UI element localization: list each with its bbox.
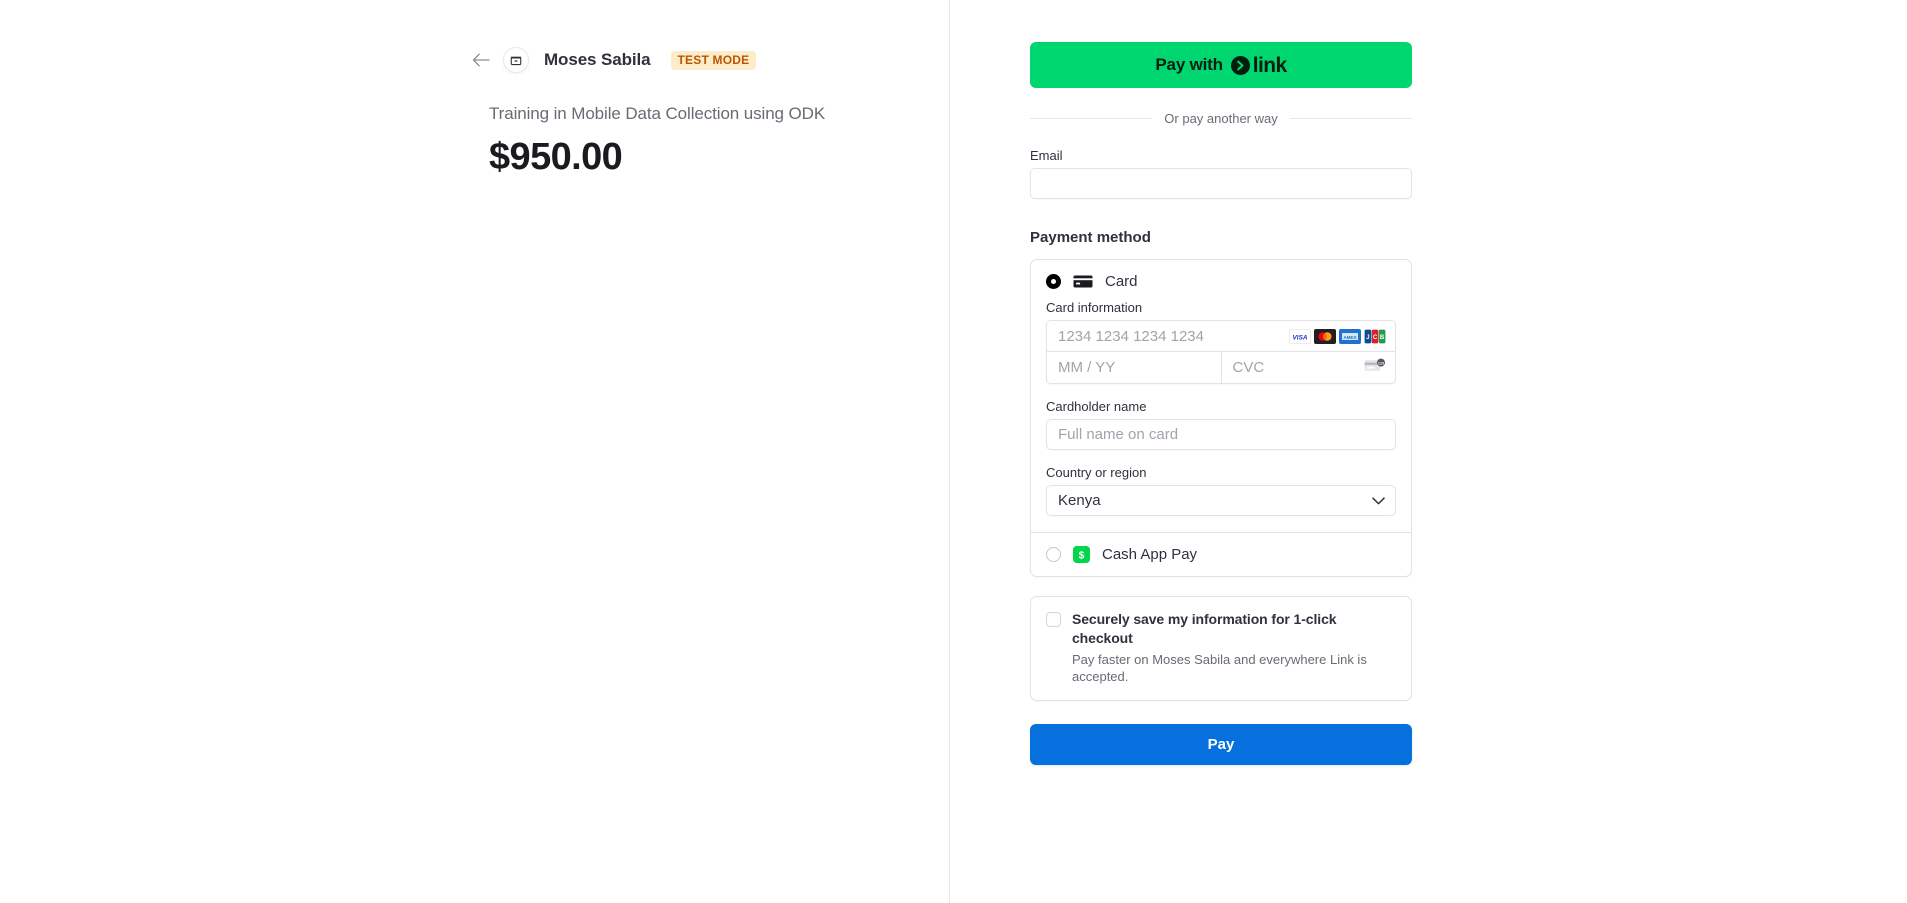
divider-rule-right <box>1289 118 1413 119</box>
email-field-group: Email <box>1030 148 1412 199</box>
test-mode-badge: TEST MODE <box>670 50 757 70</box>
cardholder-field-group: Cardholder name <box>1046 399 1396 450</box>
divider-rule-left <box>1030 118 1153 119</box>
payment-method-title: Payment method <box>1030 229 1151 246</box>
product-name: Training in Mobile Data Collection using… <box>489 104 826 123</box>
payment-method-container: Card Card information VISA <box>1030 259 1412 577</box>
link-chevron-icon <box>1230 55 1250 75</box>
svg-text:AMEX: AMEX <box>1343 334 1357 339</box>
expiry-cvc-row: 123 <box>1047 352 1395 383</box>
save-information-subtitle: Pay faster on Moses Sabila and everywher… <box>1072 652 1367 684</box>
merchant-header: Moses Sabila TEST MODE <box>470 44 757 76</box>
jcb-icon: J C B <box>1364 328 1386 344</box>
back-arrow-icon[interactable] <box>470 49 492 71</box>
cash-app-icon: $ <box>1073 546 1090 563</box>
svg-text:VISA: VISA <box>1293 334 1308 341</box>
svg-text:$: $ <box>1079 550 1085 561</box>
amex-icon: AMEX <box>1339 328 1361 344</box>
storefront-icon <box>503 47 529 73</box>
card-radio[interactable] <box>1046 274 1061 289</box>
country-select-wrap: Kenya <box>1046 485 1396 516</box>
save-information-checkbox[interactable] <box>1046 612 1061 627</box>
cvc-cell: 123 <box>1221 352 1395 383</box>
divider-label: Or pay another way <box>1164 111 1278 126</box>
country-label: Country or region <box>1046 465 1147 480</box>
save-information-text: Securely save my information for 1-click… <box>1072 610 1396 685</box>
pay-with-link-label: Pay with <box>1155 55 1223 74</box>
svg-text:C: C <box>1373 335 1378 341</box>
email-input[interactable] <box>1030 168 1412 199</box>
cashapp-radio[interactable] <box>1046 547 1061 562</box>
save-information-card[interactable]: Securely save my information for 1-click… <box>1030 596 1412 701</box>
order-summary-panel: Moses Sabila TEST MODE Training in Mobil… <box>0 0 950 903</box>
accepted-card-brands: VISA AMEX J C B <box>1289 328 1395 344</box>
pay-button[interactable]: Pay <box>1030 724 1412 765</box>
card-form: Card information VISA <box>1031 300 1411 532</box>
save-information-title: Securely save my information for 1-click… <box>1072 611 1337 646</box>
email-label: Email <box>1030 148 1063 163</box>
pay-with-link-button[interactable]: Pay with link <box>1030 42 1412 88</box>
merchant-name: Moses Sabila <box>544 50 651 69</box>
cvc-card-icon: 123 <box>1364 358 1386 378</box>
expiry-cell <box>1047 352 1222 383</box>
mastercard-icon <box>1314 328 1336 344</box>
svg-text:B: B <box>1380 335 1385 341</box>
cardholder-name-input[interactable] <box>1046 419 1396 450</box>
checkout-column: Pay with link Or pay another way Email P… <box>1030 42 1413 765</box>
cardholder-label: Cardholder name <box>1046 399 1147 414</box>
card-number-row: VISA <box>1047 321 1395 352</box>
checkout-page: Moses Sabila TEST MODE Training in Mobil… <box>0 0 1907 903</box>
link-wordmark: link <box>1252 53 1287 77</box>
credit-card-icon <box>1073 274 1093 289</box>
card-number-input[interactable] <box>1047 321 1289 351</box>
product-amount: $950.00 <box>489 136 623 178</box>
payment-option-card-label: Card <box>1105 273 1138 290</box>
country-select[interactable]: Kenya <box>1046 485 1396 516</box>
visa-icon: VISA <box>1289 328 1311 344</box>
payment-option-cashapp[interactable]: $ Cash App Pay <box>1031 533 1411 576</box>
card-information-label: Card information <box>1046 300 1143 315</box>
country-field-group: Country or region Kenya <box>1046 465 1396 516</box>
card-expiry-input[interactable] <box>1047 352 1221 383</box>
payment-form-panel: Pay with link Or pay another way Email P… <box>950 0 1907 903</box>
svg-text:123: 123 <box>1378 361 1384 365</box>
payment-option-card[interactable]: Card <box>1031 260 1411 300</box>
svg-text:J: J <box>1366 335 1369 341</box>
or-pay-another-way-divider: Or pay another way <box>1030 111 1413 126</box>
card-information-box: VISA <box>1046 320 1396 384</box>
product-summary: Training in Mobile Data Collection using… <box>489 104 825 180</box>
payment-option-cashapp-label: Cash App Pay <box>1102 546 1198 563</box>
link-logo: link <box>1230 53 1287 77</box>
